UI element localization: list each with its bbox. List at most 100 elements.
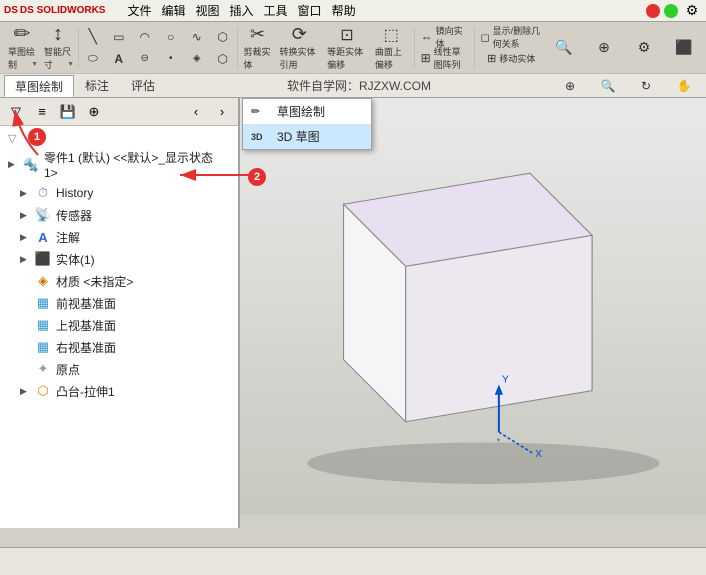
line-button[interactable]: ╲ (81, 27, 105, 47)
extrude-icon: ⬡ (34, 382, 52, 400)
oshape-icon: ◈ (193, 53, 201, 64)
expand-sensors-icon: ▶ (20, 210, 32, 221)
tree-item-top-plane[interactable]: ▶ ▦ 上视基准面 (0, 314, 238, 336)
solid-icon: ⬛ (34, 250, 52, 268)
filter-funnel-icon: ▽ (8, 133, 16, 145)
offset-button[interactable]: ⊡ 等距实体偏移 (323, 26, 371, 70)
spline-button[interactable]: ∿ (185, 27, 209, 47)
sensors-label: 传感器 (56, 207, 92, 224)
annotation-badge-2: 2 (248, 168, 266, 186)
tab-sketch[interactable]: 草图绘制 (4, 75, 74, 97)
origin-label: 原点 (56, 361, 80, 378)
add-relation-icon: ⊞ (487, 52, 496, 65)
sw-logo: DS SOLIDWORKS (20, 5, 106, 16)
tree-item-material[interactable]: ▶ ◈ 材质 <未指定> (0, 270, 238, 292)
status-bar (0, 547, 706, 575)
rotate-button[interactable]: ↻ (628, 76, 664, 96)
view-settings-icon: ⚙ (638, 39, 651, 56)
text-button[interactable]: A (107, 49, 131, 69)
material-icon: ◈ (34, 272, 52, 290)
add-icon: ⊕ (89, 104, 100, 120)
view3d-icon: ⊕ (565, 79, 575, 93)
convert-icon: ⟳ (292, 24, 307, 45)
spline-icon: ∿ (192, 30, 202, 44)
gear-icon[interactable]: ⚙ (682, 1, 702, 21)
rotate-icon: ↻ (641, 79, 651, 93)
tree-item-extrude[interactable]: ▶ ⬡ 凸台-拉伸1 (0, 380, 238, 402)
extrude-label: 凸台-拉伸1 (56, 383, 115, 400)
rect-button[interactable]: ▭ (107, 27, 131, 47)
list-button[interactable]: ≡ (30, 101, 54, 123)
tree-item-history[interactable]: ▶ ⏱ History (0, 182, 238, 204)
trim-button[interactable]: ✂ 剪裁实体 (239, 26, 275, 70)
search-view-button[interactable]: 🔍 (546, 30, 582, 66)
menu-view[interactable]: 视图 (192, 2, 224, 19)
tree-item-right-plane[interactable]: ▶ ▦ 右视基准面 (0, 336, 238, 358)
tree-item-sensors[interactable]: ▶ 📡 传感器 (0, 204, 238, 226)
ds-text: DS (4, 5, 18, 16)
slot-button[interactable]: ⊖ (133, 49, 157, 69)
tab-markup-label: 标注 (85, 77, 109, 94)
ellipse-icon: ⬭ (88, 51, 98, 66)
solidworks-logo: DS DS SOLIDWORKS (4, 5, 105, 16)
tree-item-front-plane[interactable]: ▶ ▦ 前视基准面 (0, 292, 238, 314)
menu-file[interactable]: 文件 (123, 2, 155, 19)
point-button[interactable]: • (159, 49, 183, 69)
add-relation-button[interactable]: ⊞ 移动实体 (476, 48, 546, 68)
menu-window[interactable]: 窗口 (294, 2, 326, 19)
line-icon: ╲ (89, 28, 97, 45)
right-plane-icon: ▦ (34, 338, 52, 356)
zoom-button[interactable]: 🔍 (590, 76, 626, 96)
smart-dim-icon: ↕ (53, 24, 63, 44)
add-config-button[interactable]: ⊕ (82, 101, 106, 123)
canvas-area: Y X * ✏ 草图绘制 3D 3D 草图 (240, 98, 706, 528)
tree-item-solid[interactable]: ▶ ⬛ 实体(1) (0, 248, 238, 270)
circle-button[interactable]: ○ (159, 27, 183, 47)
show-relations-button[interactable]: ◻ 显示/删除几何关系 (476, 27, 546, 47)
scroll-right-button[interactable]: › (210, 101, 234, 123)
view-display-button[interactable]: ⬛ (666, 30, 702, 66)
expand-annot-icon: ▶ (20, 232, 32, 243)
convert-label: 转换实体引用 (279, 45, 319, 71)
top-plane-icon: ▦ (34, 316, 52, 334)
save-config-button[interactable]: 💾 (56, 101, 80, 123)
ellipse-button[interactable]: ⬭ (81, 49, 105, 69)
scroll-left-button[interactable]: ‹ (184, 101, 208, 123)
sketch-draw-button[interactable]: ✏ 草图绘制 ▼ (4, 26, 40, 70)
view3d-button[interactable]: ⊕ (552, 76, 588, 96)
surface-label: 曲面上偏移 (375, 45, 408, 71)
dropdown-arrow-icon: ▼ (31, 61, 38, 68)
top-plane-label: 上视基准面 (56, 317, 116, 334)
tab-eval[interactable]: 评估 (120, 75, 166, 97)
linear-array-button[interactable]: ⊞ 线性草图阵列 (417, 48, 472, 68)
dropdown-sketch-item[interactable]: ✏ 草图绘制 (243, 99, 371, 124)
tree-root[interactable]: ▶ 🔩 零件1 (默认) <<默认>_显示状态 1> (0, 147, 238, 182)
menu-insert[interactable]: 插入 (226, 2, 258, 19)
oshape-button[interactable]: ◈ (185, 49, 209, 69)
pan-icon: ✋ (677, 79, 692, 93)
pan-button[interactable]: ✋ (666, 76, 702, 96)
filter-button[interactable]: ▽ (4, 101, 28, 123)
menu-edit[interactable]: 编辑 (157, 2, 189, 19)
front-plane-icon: ▦ (34, 294, 52, 312)
tab-bar: 草图绘制 标注 评估 软件自学网：RJZXW.COM ⊕ 🔍 ↻ ✋ (0, 74, 706, 98)
tree-item-annotations[interactable]: ▶ A 注解 (0, 226, 238, 248)
menu-tools[interactable]: 工具 (260, 2, 292, 19)
sep1 (78, 28, 79, 68)
convert-button[interactable]: ⟳ 转换实体引用 (275, 26, 323, 70)
tab-markup[interactable]: 标注 (74, 75, 120, 97)
view-settings-button[interactable]: ⚙ (626, 30, 662, 66)
mirror-button[interactable]: ⇔ 镜向实体 (417, 27, 472, 47)
view-orient-button[interactable]: ⊕ (586, 30, 622, 66)
menu-help[interactable]: 帮助 (328, 2, 360, 19)
sep3 (414, 28, 415, 68)
tree-item-origin[interactable]: ▶ ✦ 原点 (0, 358, 238, 380)
dropdown-3d-sketch-item[interactable]: 3D 3D 草图 (243, 124, 371, 149)
view-display-icon: ⬛ (675, 39, 692, 56)
surface-offset-button[interactable]: ⬚ 曲面上偏移 (371, 26, 412, 70)
arc-button[interactable]: ◠ (133, 27, 157, 47)
smart-dim-button[interactable]: ↕ 智能尺寸 ▼ (40, 26, 76, 70)
offset-label: 等距实体偏移 (327, 45, 367, 71)
polygon-button[interactable]: ⬡ (211, 27, 235, 47)
hex-button[interactable]: ⬡ (211, 49, 235, 69)
